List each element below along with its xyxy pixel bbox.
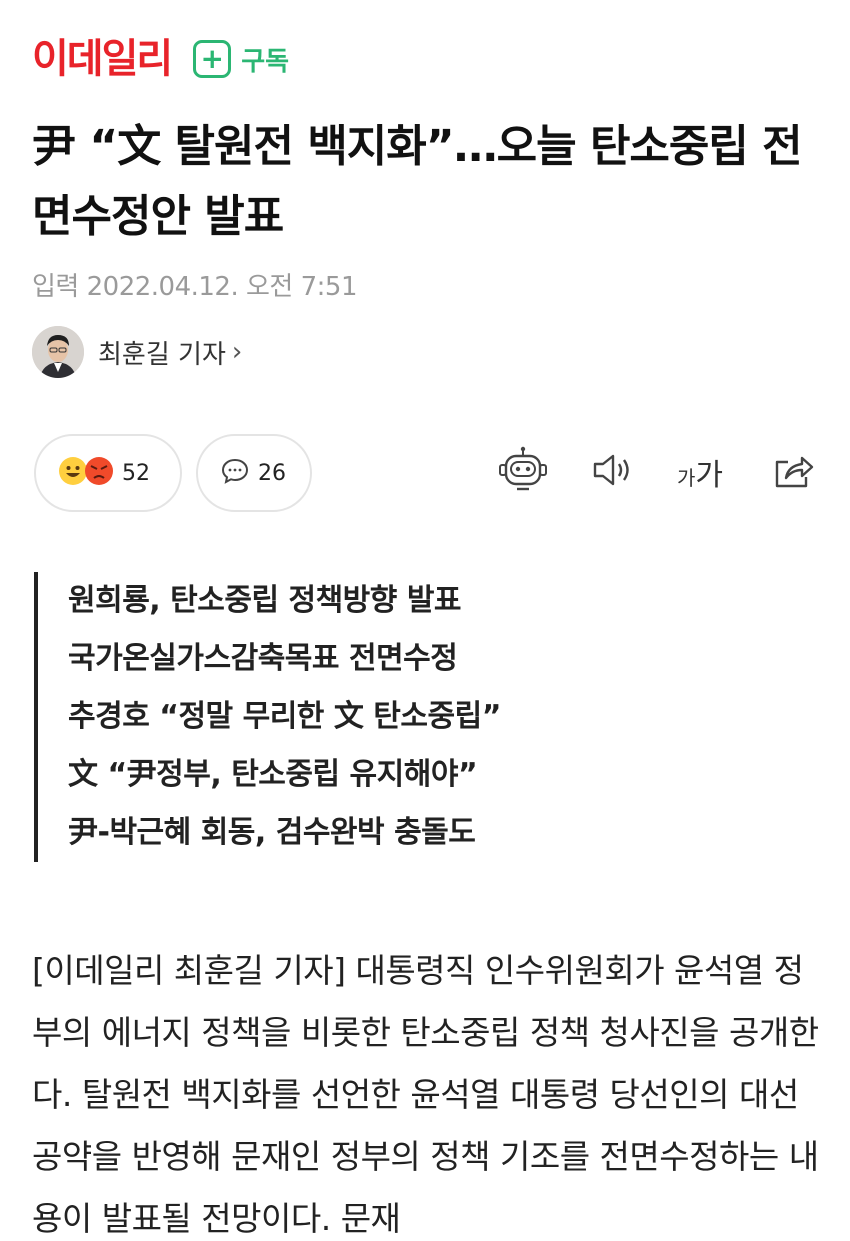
article-body: [이데일리 최훈길 기자] 대통령직 인수위원회가 윤석열 정부의 에너지 정책… (32, 951, 819, 1238)
comment-icon (220, 456, 250, 490)
header-bar: 이데일리 + 구독 (32, 30, 289, 88)
font-size-big-label: 가 (695, 458, 723, 493)
summary-item: 원희룡, 탄소중립 정책방향 발표 (68, 583, 462, 618)
author-link[interactable]: 최훈길 기자 › (32, 326, 242, 378)
font-size-icon: 가 가 (677, 450, 723, 494)
summary-item: 文 “尹정부, 탄소중립 유지해야” (68, 757, 478, 792)
font-size-small-label: 가 (676, 466, 696, 490)
summary-item: 추경호 “정말 무리한 文 탄소중립” (68, 699, 501, 734)
text-to-speech-button[interactable] (586, 444, 638, 500)
share-button[interactable] (768, 444, 818, 500)
comment-count: 26 (258, 460, 286, 486)
share-icon (772, 450, 814, 494)
summary-item: 尹-박근혜 회동, 검수완박 충돌도 (68, 815, 476, 850)
plus-icon: + (193, 40, 232, 78)
reaction-count: 52 (122, 460, 150, 486)
summary-item: 국가온실가스감축목표 전면수정 (68, 641, 458, 676)
site-logo[interactable]: 이데일리 (32, 39, 173, 79)
font-size-button[interactable]: 가 가 (672, 444, 728, 500)
speaker-icon (590, 450, 634, 494)
author-avatar (32, 326, 84, 378)
publish-timestamp: 입력 2022.04.12. 오전 7:51 (32, 272, 358, 302)
robot-icon (497, 446, 549, 498)
emoji-angry-icon (84, 456, 114, 490)
subscribe-button[interactable]: + 구독 (193, 40, 289, 78)
ai-summary-button[interactable] (494, 444, 552, 500)
article-headline: 尹 “文 탈원전 백지화”…오늘 탄소중립 전면수정안 발표 (32, 121, 803, 242)
chevron-right-icon: › (231, 337, 243, 367)
author-name: 최훈길 기자 (98, 339, 226, 370)
article-summary: 원희룡, 탄소중립 정책방향 발표 국가온실가스감축목표 전면수정 추경호 “정… (34, 572, 501, 862)
reaction-button[interactable]: 52 (34, 434, 182, 512)
subscribe-label: 구독 (241, 46, 290, 77)
comment-button[interactable]: 26 (196, 434, 312, 512)
